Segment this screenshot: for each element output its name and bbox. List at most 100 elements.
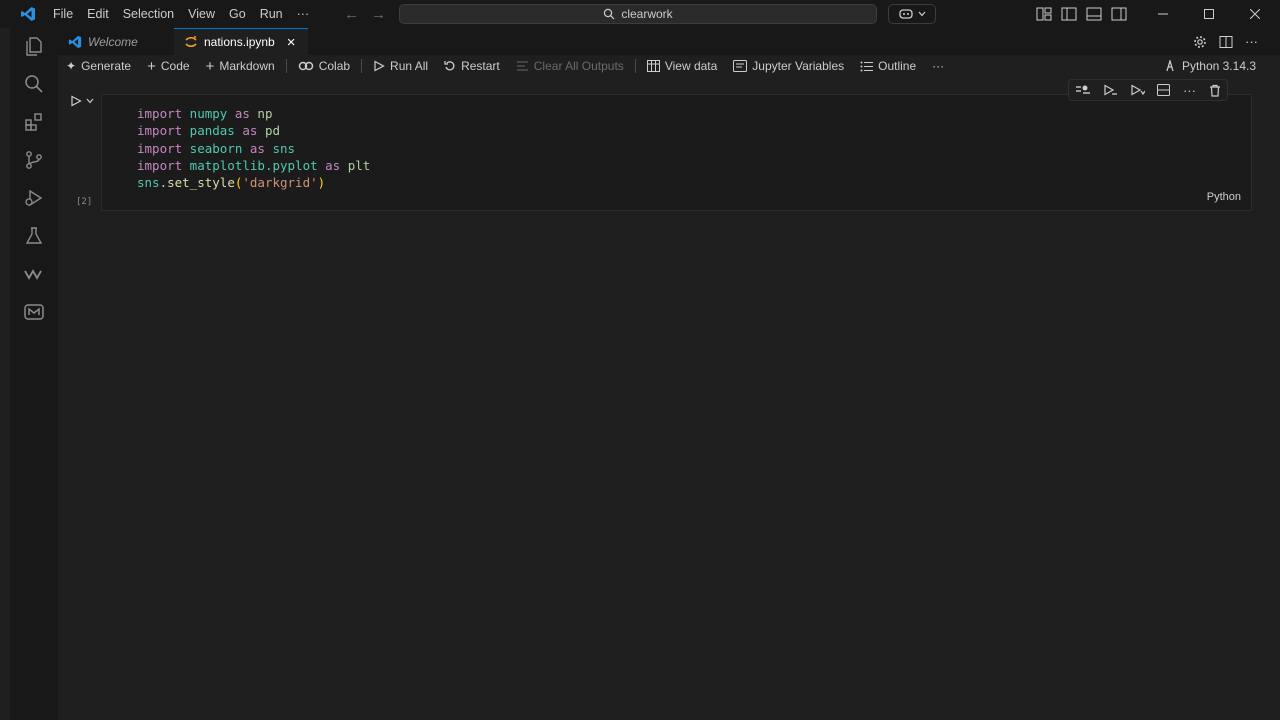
search-icon (603, 8, 615, 20)
vscode-icon (68, 35, 82, 49)
forward-arrow-icon[interactable]: → (371, 6, 386, 23)
customize-layout-icon[interactable] (1036, 7, 1052, 21)
timeline-icon[interactable] (22, 262, 46, 286)
extensions-icon[interactable] (22, 110, 46, 134)
menu-selection[interactable]: Selection (116, 3, 181, 25)
run-all-label: Run All (390, 59, 429, 73)
execute-above-icon[interactable] (1075, 84, 1091, 96)
delete-cell-icon[interactable] (1209, 84, 1221, 97)
code-token: np (249, 106, 273, 121)
editor-scrollbar[interactable] (1266, 77, 1280, 720)
tab-label: Welcome (88, 34, 138, 49)
menu-edit[interactable]: Edit (80, 3, 116, 25)
restart-button[interactable]: Restart (436, 55, 508, 77)
back-arrow-icon[interactable]: ← (344, 6, 359, 23)
code-line[interactable]: import matplotlib.pyplot as plt (137, 157, 370, 174)
run-all-button[interactable]: Run All (365, 55, 436, 77)
tab-nations-ipynb[interactable]: nations.ipynb × (174, 28, 308, 55)
menu-go[interactable]: Go (222, 3, 253, 25)
menu-bar: File Edit Selection View Go Run ··· (46, 0, 316, 28)
menu-run[interactable]: Run (253, 3, 290, 25)
testing-icon[interactable] (22, 224, 46, 248)
code-cell[interactable]: import numpy as np import pandas as pd imp… (101, 94, 1252, 211)
split-editor-icon[interactable] (1219, 35, 1233, 49)
jupyter-icon (184, 35, 198, 49)
plus-icon: + (147, 57, 156, 75)
add-code-cell-button[interactable]: + Code (139, 55, 197, 77)
chevron-down-icon[interactable] (86, 98, 94, 104)
close-window-icon[interactable] (1232, 0, 1278, 28)
run-and-debug-icon[interactable] (22, 186, 46, 210)
code-line[interactable]: import pandas as pd (137, 122, 370, 139)
code-token: sns (137, 175, 160, 191)
code-line[interactable]: sns.set_style('darkgrid') (137, 174, 370, 191)
run-cell-icon[interactable] (70, 95, 82, 107)
cell-run-controls (70, 95, 94, 107)
execution-count: [2] (76, 197, 93, 207)
more-actions-icon[interactable]: ··· (1245, 34, 1258, 49)
kernel-icon (1164, 60, 1176, 72)
maximize-icon[interactable] (1186, 0, 1232, 28)
menu-file[interactable]: File (46, 3, 80, 25)
split-cell-icon[interactable] (1157, 84, 1171, 96)
run-above-icon[interactable] (1104, 84, 1118, 96)
code-line[interactable]: import numpy as np (137, 105, 370, 122)
variables-icon (733, 60, 748, 72)
menu-more[interactable]: ··· (290, 3, 317, 25)
outline-label: Outline (878, 59, 917, 73)
more-actions-icon[interactable]: ··· (1183, 83, 1196, 98)
search-icon[interactable] (22, 72, 46, 96)
clear-all-outputs-button[interactable]: Clear All Outputs (508, 55, 632, 77)
tab-welcome[interactable]: Welcome (58, 28, 174, 55)
toggle-primary-sidebar-icon[interactable] (1061, 7, 1077, 21)
code-token: set_style (167, 175, 235, 191)
notebook-editor: [2] import numpy as np import pandas as p… (58, 77, 1280, 720)
navigation-arrows: ← → (344, 0, 386, 28)
chevron-down-icon (918, 11, 926, 17)
tab-bar: Welcome nations.ipynb × ··· (58, 28, 1280, 55)
copilot-button[interactable] (888, 4, 936, 24)
source-control-icon[interactable] (22, 148, 46, 172)
kernel-picker[interactable]: Python 3.14.3 (1164, 55, 1256, 77)
toolbar-divider (285, 59, 287, 73)
close-icon[interactable]: × (287, 34, 296, 51)
gear-icon[interactable] (1193, 35, 1207, 49)
add-markdown-cell-button[interactable]: + Markdown (198, 55, 283, 77)
view-data-button[interactable]: View data (639, 55, 725, 77)
cell-language[interactable]: Python (1207, 191, 1241, 203)
code-token: numpy (182, 106, 235, 121)
clear-all-outputs-label: Clear All Outputs (533, 59, 624, 73)
code-token: sns (264, 140, 296, 156)
code-token: plt (340, 157, 371, 173)
toolbar-more-button[interactable]: ··· (924, 55, 952, 77)
command-center[interactable]: clearwork (399, 4, 877, 24)
code-label: Code (160, 59, 190, 73)
code-token: as (242, 123, 258, 139)
code-token: import (137, 106, 183, 121)
menu-view[interactable]: View (181, 3, 222, 25)
code-token: pandas (182, 123, 243, 139)
outline-button[interactable]: Outline (852, 55, 924, 77)
table-icon (646, 60, 660, 72)
code-line[interactable]: import seaborn as sns (137, 140, 370, 157)
toolbar-divider (634, 59, 636, 73)
minimize-icon[interactable] (1140, 0, 1186, 28)
jupyter-extension-icon[interactable] (22, 300, 46, 324)
jupyter-variables-button[interactable]: Jupyter Variables (725, 55, 852, 77)
notebook-toolbar: ✦ Generate + Code + Markdown Colab Run A… (58, 55, 1280, 77)
generate-button[interactable]: ✦ Generate (58, 55, 139, 77)
code-token: . (159, 175, 168, 191)
colab-button[interactable]: Colab (290, 55, 358, 77)
plus-icon: + (205, 57, 215, 75)
toggle-secondary-sidebar-icon[interactable] (1111, 7, 1127, 21)
run-all-icon (373, 60, 385, 72)
explorer-icon[interactable] (22, 34, 46, 58)
run-below-icon[interactable] (1131, 84, 1145, 96)
editor-actions: ··· (1193, 28, 1258, 55)
layout-controls (1036, 0, 1127, 28)
toggle-panel-icon[interactable] (1086, 7, 1102, 21)
code-token: as (234, 106, 250, 121)
code-editor[interactable]: import numpy as np import pandas as pd imp… (137, 105, 370, 191)
colab-icon (298, 61, 314, 71)
sparkle-icon: ✦ (66, 59, 77, 73)
